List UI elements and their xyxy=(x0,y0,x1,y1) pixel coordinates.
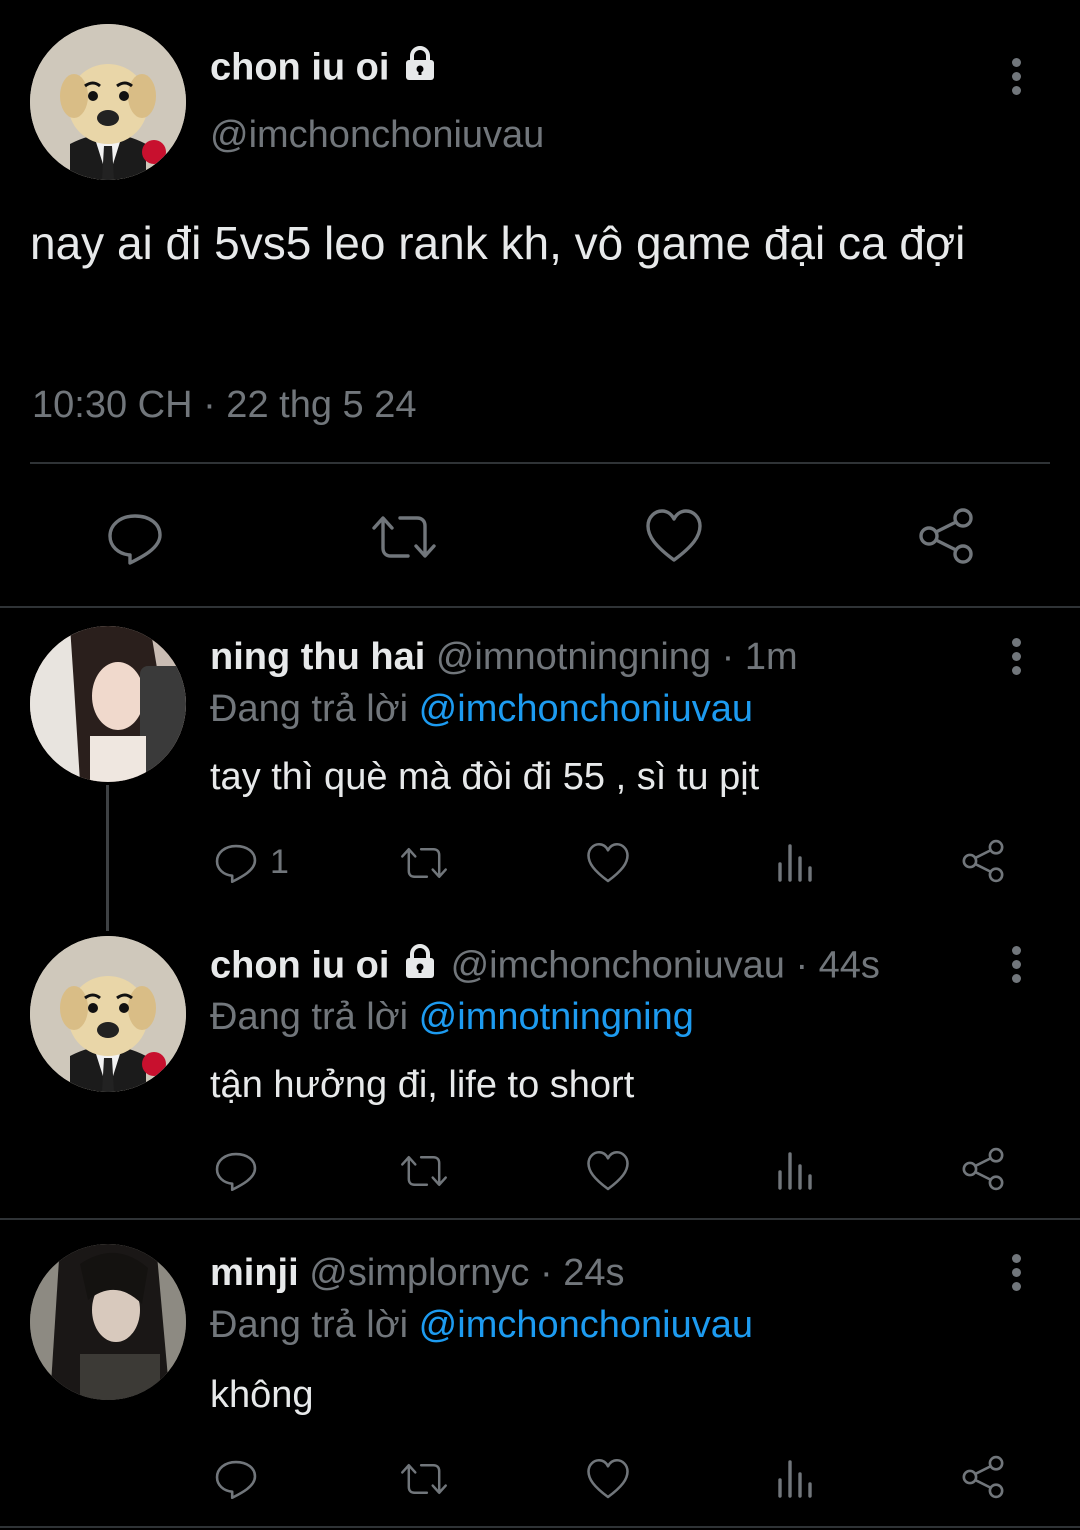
reply-display-name[interactable]: minji xyxy=(210,1252,299,1294)
reply-icon xyxy=(215,844,257,884)
reply-handle[interactable]: @simplornyc xyxy=(309,1252,529,1294)
tweet-timestamp[interactable]: 10:30 CH · 22 thg 5 24 xyxy=(32,382,416,428)
divider xyxy=(0,1218,1080,1220)
reply-handle[interactable]: @imchonchoniuvau xyxy=(451,945,785,987)
reply-display-name[interactable]: ning thu hai xyxy=(210,636,425,678)
more-vertical-icon[interactable] xyxy=(1012,1254,1022,1296)
reply-display-name[interactable]: chon iu oi xyxy=(210,945,389,987)
reply-time[interactable]: · 24s xyxy=(540,1252,624,1294)
heart-icon[interactable] xyxy=(586,1458,630,1505)
reply-icon[interactable] xyxy=(214,1456,258,1505)
author-display-name[interactable]: chon iu oi xyxy=(210,47,389,89)
reply-time[interactable]: · 44s xyxy=(795,945,879,987)
retweet-icon[interactable] xyxy=(398,1150,450,1197)
reply-handle[interactable]: @imnotningning xyxy=(436,636,711,678)
views-icon[interactable] xyxy=(776,1150,816,1195)
profile-photo xyxy=(30,626,186,782)
avatar[interactable] xyxy=(30,1244,186,1400)
share-icon[interactable] xyxy=(960,838,1006,889)
heart-icon[interactable] xyxy=(586,1150,630,1197)
avatar[interactable] xyxy=(30,24,186,180)
profile-photo xyxy=(30,1244,186,1400)
retweet-icon[interactable] xyxy=(398,1458,450,1505)
replying-label: Đang trả lời xyxy=(210,996,409,1038)
lock-icon xyxy=(400,942,440,993)
tweet-text: nay ai đi 5vs5 leo rank kh, vô game đại … xyxy=(30,217,966,269)
replying-to-handle[interactable]: @imnotningning xyxy=(419,996,694,1038)
thread-line xyxy=(106,785,109,931)
author-handle[interactable]: @imchonchoniuvau xyxy=(210,112,544,158)
dog-avatar-image xyxy=(30,24,186,180)
replying-to-handle[interactable]: @imchonchoniuvau xyxy=(419,1304,753,1346)
retweet-icon[interactable] xyxy=(398,842,450,889)
more-vertical-icon[interactable] xyxy=(1012,58,1022,100)
more-vertical-icon[interactable] xyxy=(1012,638,1022,680)
reply-text: tay thì què mà đòi đi 55 , sì tu pịt xyxy=(210,756,760,798)
retweet-icon[interactable] xyxy=(370,508,438,571)
dog-avatar-image xyxy=(30,936,186,1092)
reply-count: 1 xyxy=(270,843,289,881)
replying-label: Đang trả lời xyxy=(210,688,409,730)
views-icon[interactable] xyxy=(776,1458,816,1503)
avatar[interactable] xyxy=(30,626,186,782)
divider xyxy=(0,1526,1080,1528)
views-icon[interactable] xyxy=(776,842,816,887)
reply-time[interactable]: · 1m xyxy=(722,636,798,678)
share-icon[interactable] xyxy=(960,1146,1006,1197)
divider xyxy=(30,462,1050,464)
heart-icon[interactable] xyxy=(586,842,630,889)
avatar[interactable] xyxy=(30,936,186,1092)
share-icon[interactable] xyxy=(916,506,976,571)
share-icon[interactable] xyxy=(960,1454,1006,1505)
divider xyxy=(0,606,1080,608)
reply-button[interactable] xyxy=(214,840,258,889)
replying-label: Đang trả lời xyxy=(210,1304,409,1346)
reply-icon[interactable] xyxy=(214,1148,258,1197)
reply-icon[interactable] xyxy=(106,508,164,571)
replying-to-handle[interactable]: @imchonchoniuvau xyxy=(419,688,753,730)
reply-text: không xyxy=(210,1374,314,1416)
lock-icon xyxy=(400,44,440,95)
heart-icon[interactable] xyxy=(645,508,703,569)
reply-text: tận hưởng đi, life to short xyxy=(210,1064,635,1106)
more-vertical-icon[interactable] xyxy=(1012,946,1022,988)
